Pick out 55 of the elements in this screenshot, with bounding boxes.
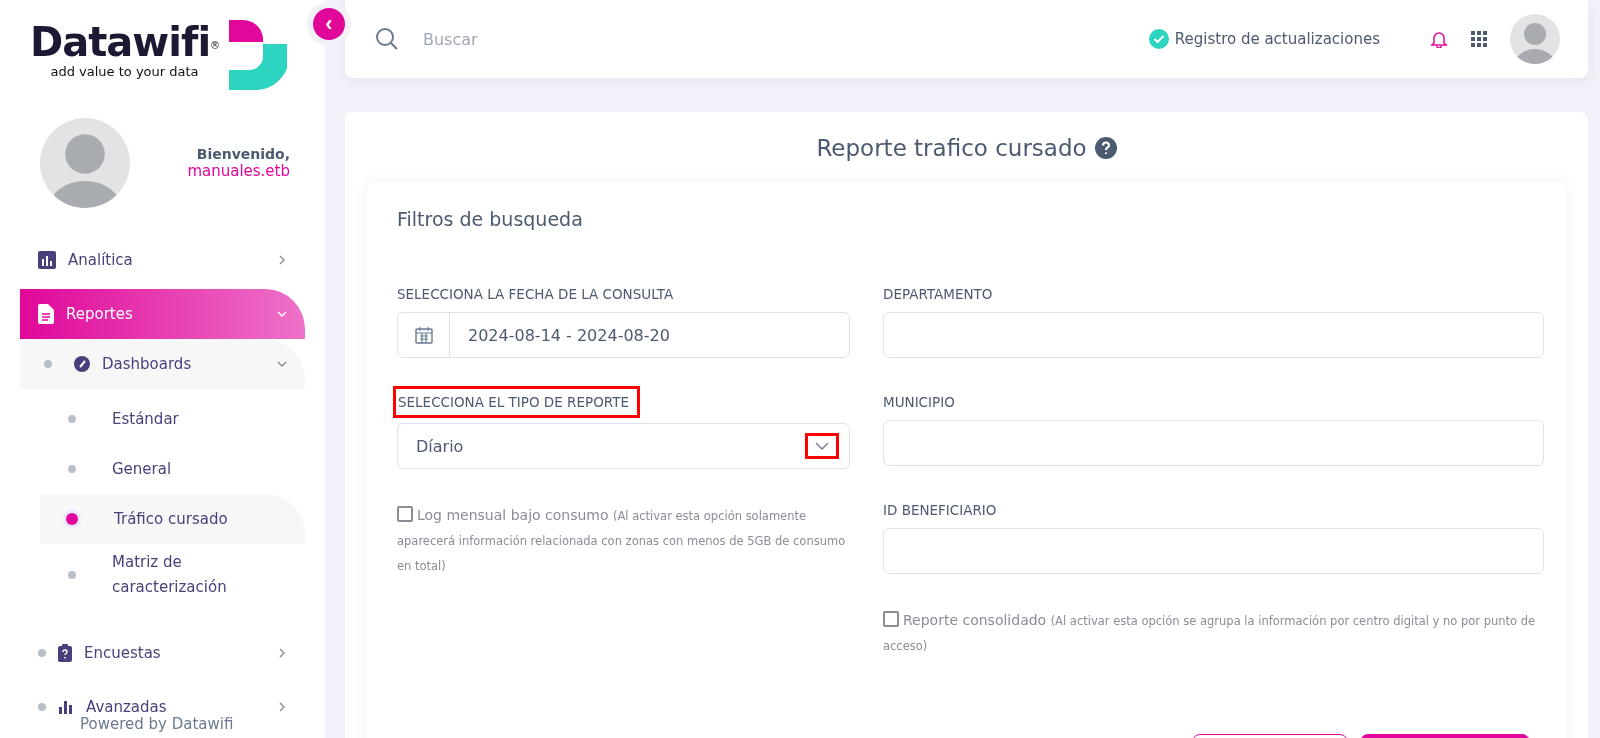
report-type-select[interactable]: Díario xyxy=(397,423,850,469)
updates-link[interactable]: Registro de actualizaciones xyxy=(1148,29,1380,49)
bar-chart-icon xyxy=(58,699,74,714)
apps-grid-icon[interactable] xyxy=(1470,30,1488,48)
bullet-icon xyxy=(66,513,78,525)
gauge-icon xyxy=(74,356,90,372)
field-label: ID BENEFICIARIO xyxy=(883,501,997,520)
clipboard-question-icon xyxy=(58,644,72,662)
username: manuales.etb xyxy=(187,161,290,180)
document-icon xyxy=(38,304,54,324)
search-icon xyxy=(375,27,399,51)
bell-icon[interactable] xyxy=(1430,30,1448,48)
sidebar-subitem[interactable]: General xyxy=(40,444,305,494)
sidebar-subitem[interactable]: Tráfico cursado xyxy=(40,494,305,544)
chevron-down-icon xyxy=(277,359,287,369)
chevron-down-icon xyxy=(814,441,830,451)
bullet-icon xyxy=(68,415,76,423)
chevron-right-icon xyxy=(277,255,287,265)
dropdown-caret[interactable] xyxy=(805,433,839,459)
field-label: DEPARTAMENTO xyxy=(883,285,993,304)
date-range-field[interactable]: 2024-08-14 - 2024-08-20 xyxy=(397,312,850,358)
sidebar-subitem[interactable]: Matriz de caracterización xyxy=(40,544,305,606)
section-title: Filtros de busqueda xyxy=(397,208,584,230)
sidebar-item[interactable]: Analítica xyxy=(20,235,305,285)
bullet-icon xyxy=(68,571,76,579)
bullet-icon xyxy=(38,703,46,711)
help-icon[interactable] xyxy=(1094,137,1117,159)
input-field[interactable] xyxy=(883,420,1544,466)
logo-wordmark: Datawifi$^{®}$ xyxy=(30,20,220,64)
chevron-right-icon xyxy=(277,648,287,658)
sidebar-subitem[interactable]: Dashboards xyxy=(20,339,305,389)
field-label: SELECCIONA LA FECHA DE LA CONSULTA xyxy=(397,285,674,304)
sidebar-subitem[interactable]: Estándar xyxy=(40,394,305,444)
bullet-icon xyxy=(44,360,52,368)
check-circle-icon xyxy=(1148,29,1169,49)
checkbox[interactable] xyxy=(883,611,899,627)
bullet-icon xyxy=(38,649,46,657)
input-field[interactable] xyxy=(883,528,1544,574)
user-avatar[interactable] xyxy=(1510,14,1560,64)
chevron-down-icon xyxy=(277,309,287,319)
field-label: SELECCIONA EL TIPO DE REPORTE xyxy=(393,386,640,418)
welcome-text: Bienvenido, xyxy=(196,145,290,162)
chevron-right-icon xyxy=(277,702,287,712)
search-field[interactable]: Buscar xyxy=(421,28,1127,50)
logo-tagline: add value to your data xyxy=(50,64,199,80)
sidebar-item[interactable]: Encuestas xyxy=(20,628,305,678)
field-label: MUNICIPIO xyxy=(883,393,955,412)
checkbox[interactable] xyxy=(397,506,413,522)
bullet-icon xyxy=(68,465,76,473)
calendar-icon xyxy=(414,326,433,344)
input-field[interactable] xyxy=(883,312,1544,358)
logo-mark-icon xyxy=(229,20,288,90)
page-title: Reporte trafico cursado xyxy=(816,135,1087,161)
sidebar-item[interactable]: Reportes xyxy=(20,289,305,339)
bar-chart-icon xyxy=(38,251,56,269)
